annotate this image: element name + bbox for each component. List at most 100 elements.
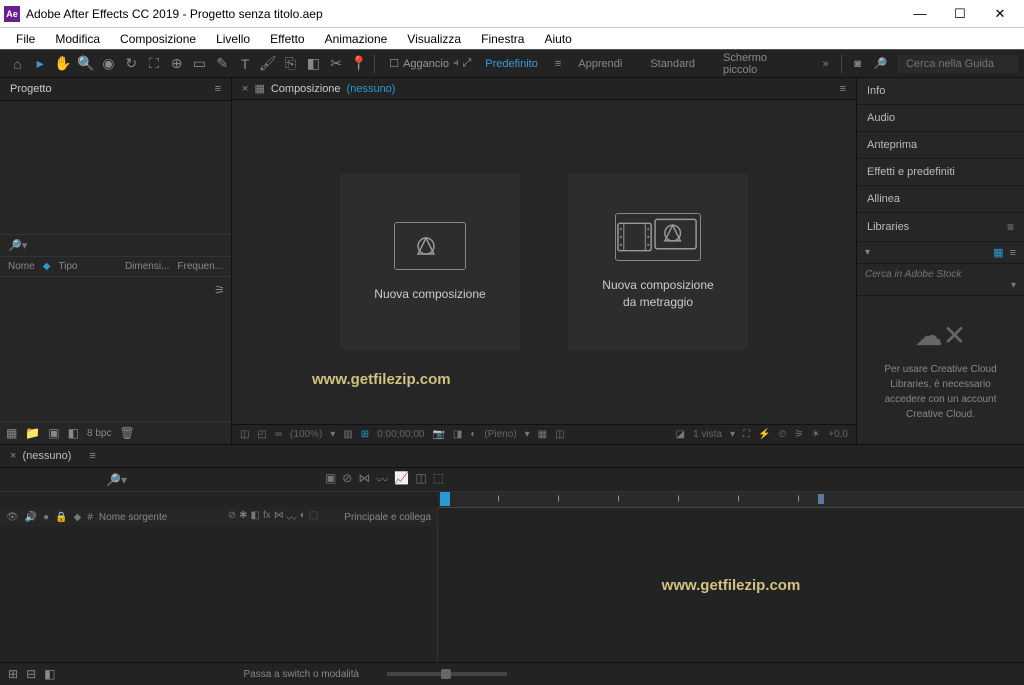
shy-icon[interactable]: ⊘ [342, 471, 352, 488]
list-view-icon[interactable]: ≡ [1010, 247, 1016, 259]
camera-view-icon[interactable]: ◪ [676, 429, 685, 440]
show-channel-icon[interactable]: ◨ [453, 429, 462, 440]
workspace-default[interactable]: Predefinito [485, 58, 538, 70]
quality-icon[interactable]: ◧ [251, 510, 260, 525]
puppet-tool-icon[interactable]: 📍 [347, 52, 370, 76]
library-dropdown[interactable]: ▾ [865, 247, 987, 258]
bpc-label[interactable]: 8 bpc [87, 428, 111, 439]
timeline-tab[interactable]: × (nessuno) ≡ [0, 445, 1024, 468]
time-ruler[interactable]: |||||| [438, 492, 1024, 508]
comp-icon[interactable]: ▣ [48, 426, 59, 440]
camera-tool-icon[interactable]: ⛶ [143, 52, 166, 76]
folder-icon[interactable]: 📁 [25, 426, 40, 440]
adjust-icon[interactable]: ◧ [68, 426, 79, 440]
zoom-tool-icon[interactable]: 🔍 [74, 52, 97, 76]
snapshot-icon[interactable]: 📷 [432, 429, 444, 440]
project-list-area[interactable]: ⚞ [0, 277, 231, 422]
frame-blend-icon[interactable]: ⋈ [358, 471, 370, 488]
menu-animation[interactable]: Animazione [315, 30, 398, 48]
eye-icon[interactable]: 👁 [6, 512, 19, 523]
snapping-toggle[interactable]: ☐ Aggancio ⫞ ⤢ [389, 57, 471, 70]
close-tab-icon[interactable]: × [10, 450, 16, 462]
playhead-icon[interactable] [440, 492, 450, 506]
toggle-switches-icon[interactable]: ⊞ [8, 667, 18, 681]
shy-col-icon[interactable]: ⊘ [228, 510, 236, 525]
column-hash[interactable]: # [87, 512, 93, 523]
new-composition-card[interactable]: Nuova composizione [340, 174, 520, 350]
graph-icon[interactable]: 📈 [394, 471, 409, 488]
maximize-button[interactable]: ☐ [940, 0, 980, 28]
menu-window[interactable]: Finestra [471, 30, 534, 48]
minimize-button[interactable]: — [900, 0, 940, 28]
magnify-icon[interactable]: ◫ [240, 429, 249, 440]
shape-tool-icon[interactable]: ▭ [188, 52, 211, 76]
solo-icon[interactable]: ● [43, 512, 49, 523]
label-color-icon[interactable]: ◆ [43, 261, 51, 272]
toggle-panes-icon[interactable]: ◧ [44, 667, 55, 681]
brush-tool-icon[interactable]: 🖌 [256, 52, 279, 76]
zoom-slider[interactable] [387, 672, 507, 676]
panel-menu-icon[interactable]: ≡ [840, 83, 846, 95]
menu-composition[interactable]: Composizione [110, 30, 206, 48]
menu-edit[interactable]: Modifica [45, 30, 110, 48]
workspace-standard[interactable]: Standard [650, 58, 695, 70]
3d-icon[interactable]: ⬚ [433, 471, 444, 488]
draft3d-icon[interactable]: ◫ [415, 471, 426, 488]
workspace-overflow-icon[interactable]: » [816, 58, 835, 70]
new-comp-from-footage-card[interactable]: Nuova composizioneda metraggio [568, 174, 748, 350]
hand-tool-icon[interactable]: ✋ [52, 52, 75, 76]
timeline-track-area[interactable]: www.getfilezip.com [438, 508, 1024, 662]
flowchart-icon[interactable]: ⚞ [794, 429, 803, 440]
column-parent[interactable]: Principale e collega [344, 512, 431, 523]
column-freq[interactable]: Frequen... [177, 261, 223, 272]
selection-tool-icon[interactable]: ▸ [29, 52, 52, 76]
menu-help[interactable]: Aiuto [534, 30, 581, 48]
3d-col-icon[interactable]: ⬚ [309, 510, 318, 525]
flowchart-icon[interactable]: ⚞ [214, 283, 225, 297]
roto-tool-icon[interactable]: ✂ [325, 52, 348, 76]
search-dropdown-icon[interactable]: ▾ [1011, 280, 1016, 291]
exposure-value[interactable]: +0,0 [828, 429, 848, 440]
grid-overlay-icon[interactable]: ⊞ [361, 429, 369, 440]
column-type[interactable]: Tipo [58, 261, 77, 272]
rotate-tool-icon[interactable]: ↻ [120, 52, 143, 76]
panel-menu-icon[interactable]: ≡ [215, 83, 221, 95]
fast-preview-icon[interactable]: ⚡ [758, 429, 770, 440]
checker-icon[interactable]: ▥ [343, 429, 352, 440]
view-count[interactable]: 1 vista [693, 429, 722, 440]
panel-info[interactable]: Info [857, 78, 1024, 105]
collapse-icon[interactable]: ✱ [239, 510, 247, 525]
speaker-icon[interactable]: 🔊 [25, 512, 37, 523]
panel-preview[interactable]: Anteprima [857, 132, 1024, 159]
toggle-modes-icon[interactable]: ⊟ [26, 667, 36, 681]
renderer-icon[interactable]: ⛶ [743, 429, 750, 440]
adobe-stock-search-input[interactable] [865, 269, 1016, 280]
anchor-tool-icon[interactable]: ⊕ [165, 52, 188, 76]
view-dd-icon[interactable]: ▾ [730, 429, 735, 440]
panel-libraries[interactable]: Libraries≡ [857, 213, 1024, 242]
fx-icon[interactable]: fx [263, 510, 271, 525]
panel-effects[interactable]: Effetti e predefiniti [857, 159, 1024, 186]
comp-name-link[interactable]: (nessuno) [347, 83, 396, 95]
orbit-tool-icon[interactable]: ◉ [97, 52, 120, 76]
home-icon[interactable]: ⌂ [6, 52, 29, 76]
column-source-name[interactable]: Nome sorgente [99, 512, 167, 523]
panel-menu-icon[interactable]: ≡ [89, 450, 95, 462]
motion-blur-icon[interactable]: 〰 [376, 471, 388, 488]
column-size[interactable]: Dimensi... [125, 261, 169, 272]
slider-thumb-icon[interactable] [441, 669, 451, 679]
clone-tool-icon[interactable]: ⎘ [279, 52, 302, 76]
work-area-end-icon[interactable] [818, 494, 824, 504]
pen-tool-icon[interactable]: ✎ [211, 52, 234, 76]
quality-value[interactable]: (Pieno) [484, 429, 516, 440]
close-tab-icon[interactable]: × [242, 83, 248, 95]
workspace-learn[interactable]: Apprendi [578, 58, 622, 70]
interpret-icon[interactable]: ▦ [6, 426, 17, 440]
mask-icon[interactable]: ◰ [257, 429, 266, 440]
label-icon[interactable]: ◆ [74, 512, 82, 523]
adjust-col-icon[interactable]: ◐ [300, 510, 306, 525]
text-tool-icon[interactable]: T [234, 52, 257, 76]
frameblend-col-icon[interactable]: ⋈ [274, 510, 284, 525]
workspace-dropdown-icon[interactable]: ≡ [555, 58, 561, 70]
lock-icon[interactable]: 🔒 [55, 512, 67, 523]
